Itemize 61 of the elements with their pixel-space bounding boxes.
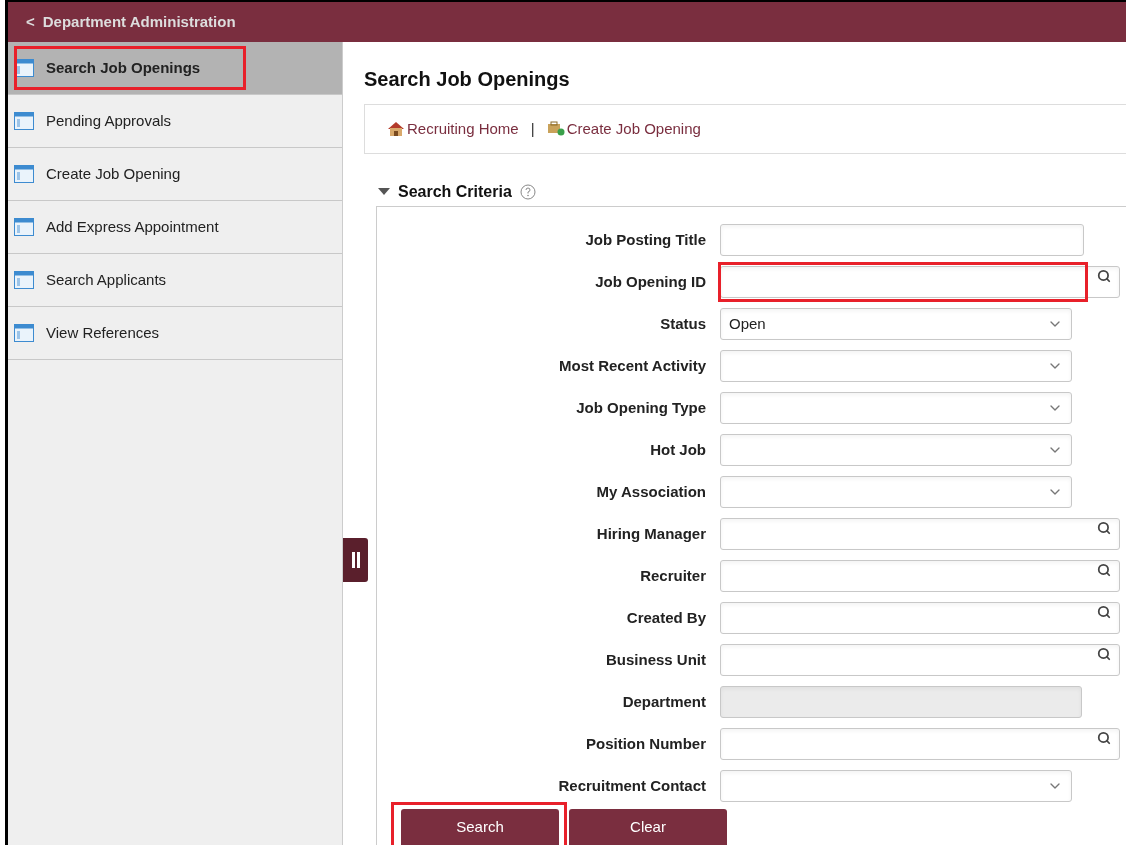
nav-link[interactable]: Recruiting Home [407, 117, 519, 141]
page-title: Search Job Openings [364, 67, 571, 92]
sidebar-label: Pending Approvals [46, 110, 172, 131]
search-icon[interactable] [1097, 731, 1111, 745]
nav-link[interactable]: Create Job Opening [566, 117, 701, 141]
lookup-field[interactable] [720, 560, 1120, 592]
sidebar-label: Search Job Openings [46, 57, 201, 78]
field-label: Job Opening Type [575, 397, 707, 418]
lookup-field[interactable] [720, 266, 1120, 298]
lookup-field[interactable] [720, 518, 1120, 550]
lookup-field[interactable] [720, 644, 1120, 676]
search-icon[interactable] [1097, 647, 1111, 661]
dropdown-field[interactable] [720, 392, 1072, 424]
collapse-triangle-icon[interactable] [378, 188, 390, 196]
sidebar-label: Search Applicants [46, 269, 167, 290]
house-icon [387, 121, 405, 137]
page-icon [14, 165, 34, 183]
form-button[interactable]: Search [401, 809, 559, 845]
page-icon [14, 218, 34, 236]
field-label: Recruitment Contact [557, 775, 707, 796]
page-icon [14, 324, 34, 342]
sidebar-item[interactable]: Search Job Openings [8, 42, 342, 95]
splitter-handle[interactable] [343, 538, 368, 582]
field-label: Created By [625, 607, 707, 628]
text-field[interactable] [720, 224, 1084, 256]
pause-icon [351, 552, 360, 568]
search-icon[interactable] [1097, 605, 1111, 619]
search-icon[interactable] [1097, 269, 1111, 283]
field-label: Hiring Manager [595, 523, 707, 544]
lookup-field[interactable] [720, 602, 1120, 634]
sidebar-label: View References [46, 322, 160, 343]
help-icon[interactable] [519, 184, 536, 200]
field-label: Hot Job [649, 439, 707, 460]
field-label: Position Number [585, 733, 707, 754]
field-label: Job Opening ID [594, 271, 707, 292]
back-button[interactable]: < [26, 10, 35, 34]
header-title: Department Administration [42, 11, 236, 32]
section-title: Search Criteria [398, 182, 512, 202]
field-label: Recruiter [639, 565, 707, 586]
dropdown-field[interactable] [720, 770, 1072, 802]
sidebar-label: Create Job Opening [46, 163, 181, 184]
field-label: Department [621, 691, 707, 712]
field-label: Most Recent Activity [558, 355, 707, 376]
page-icon [14, 112, 34, 130]
field-label: Job Posting Title [584, 229, 707, 250]
link-separator: | [530, 118, 535, 139]
form-button[interactable]: Clear [569, 809, 727, 845]
dropdown-field[interactable] [720, 350, 1072, 382]
sidebar-label: Add Express Appointment [46, 216, 219, 237]
search-icon[interactable] [1097, 563, 1111, 577]
field-label: Status [659, 313, 707, 334]
lookup-field[interactable] [720, 728, 1120, 760]
dropdown-field[interactable]: Open [720, 308, 1072, 340]
field-label: Business Unit [604, 649, 707, 670]
briefcase-plus-icon [546, 121, 565, 137]
field-label: My Association [595, 481, 707, 502]
search-icon[interactable] [1097, 521, 1111, 535]
page-icon [14, 271, 34, 289]
dropdown-field[interactable] [720, 434, 1072, 466]
dropdown-field[interactable] [720, 476, 1072, 508]
dropdown-value: Open [729, 313, 766, 334]
